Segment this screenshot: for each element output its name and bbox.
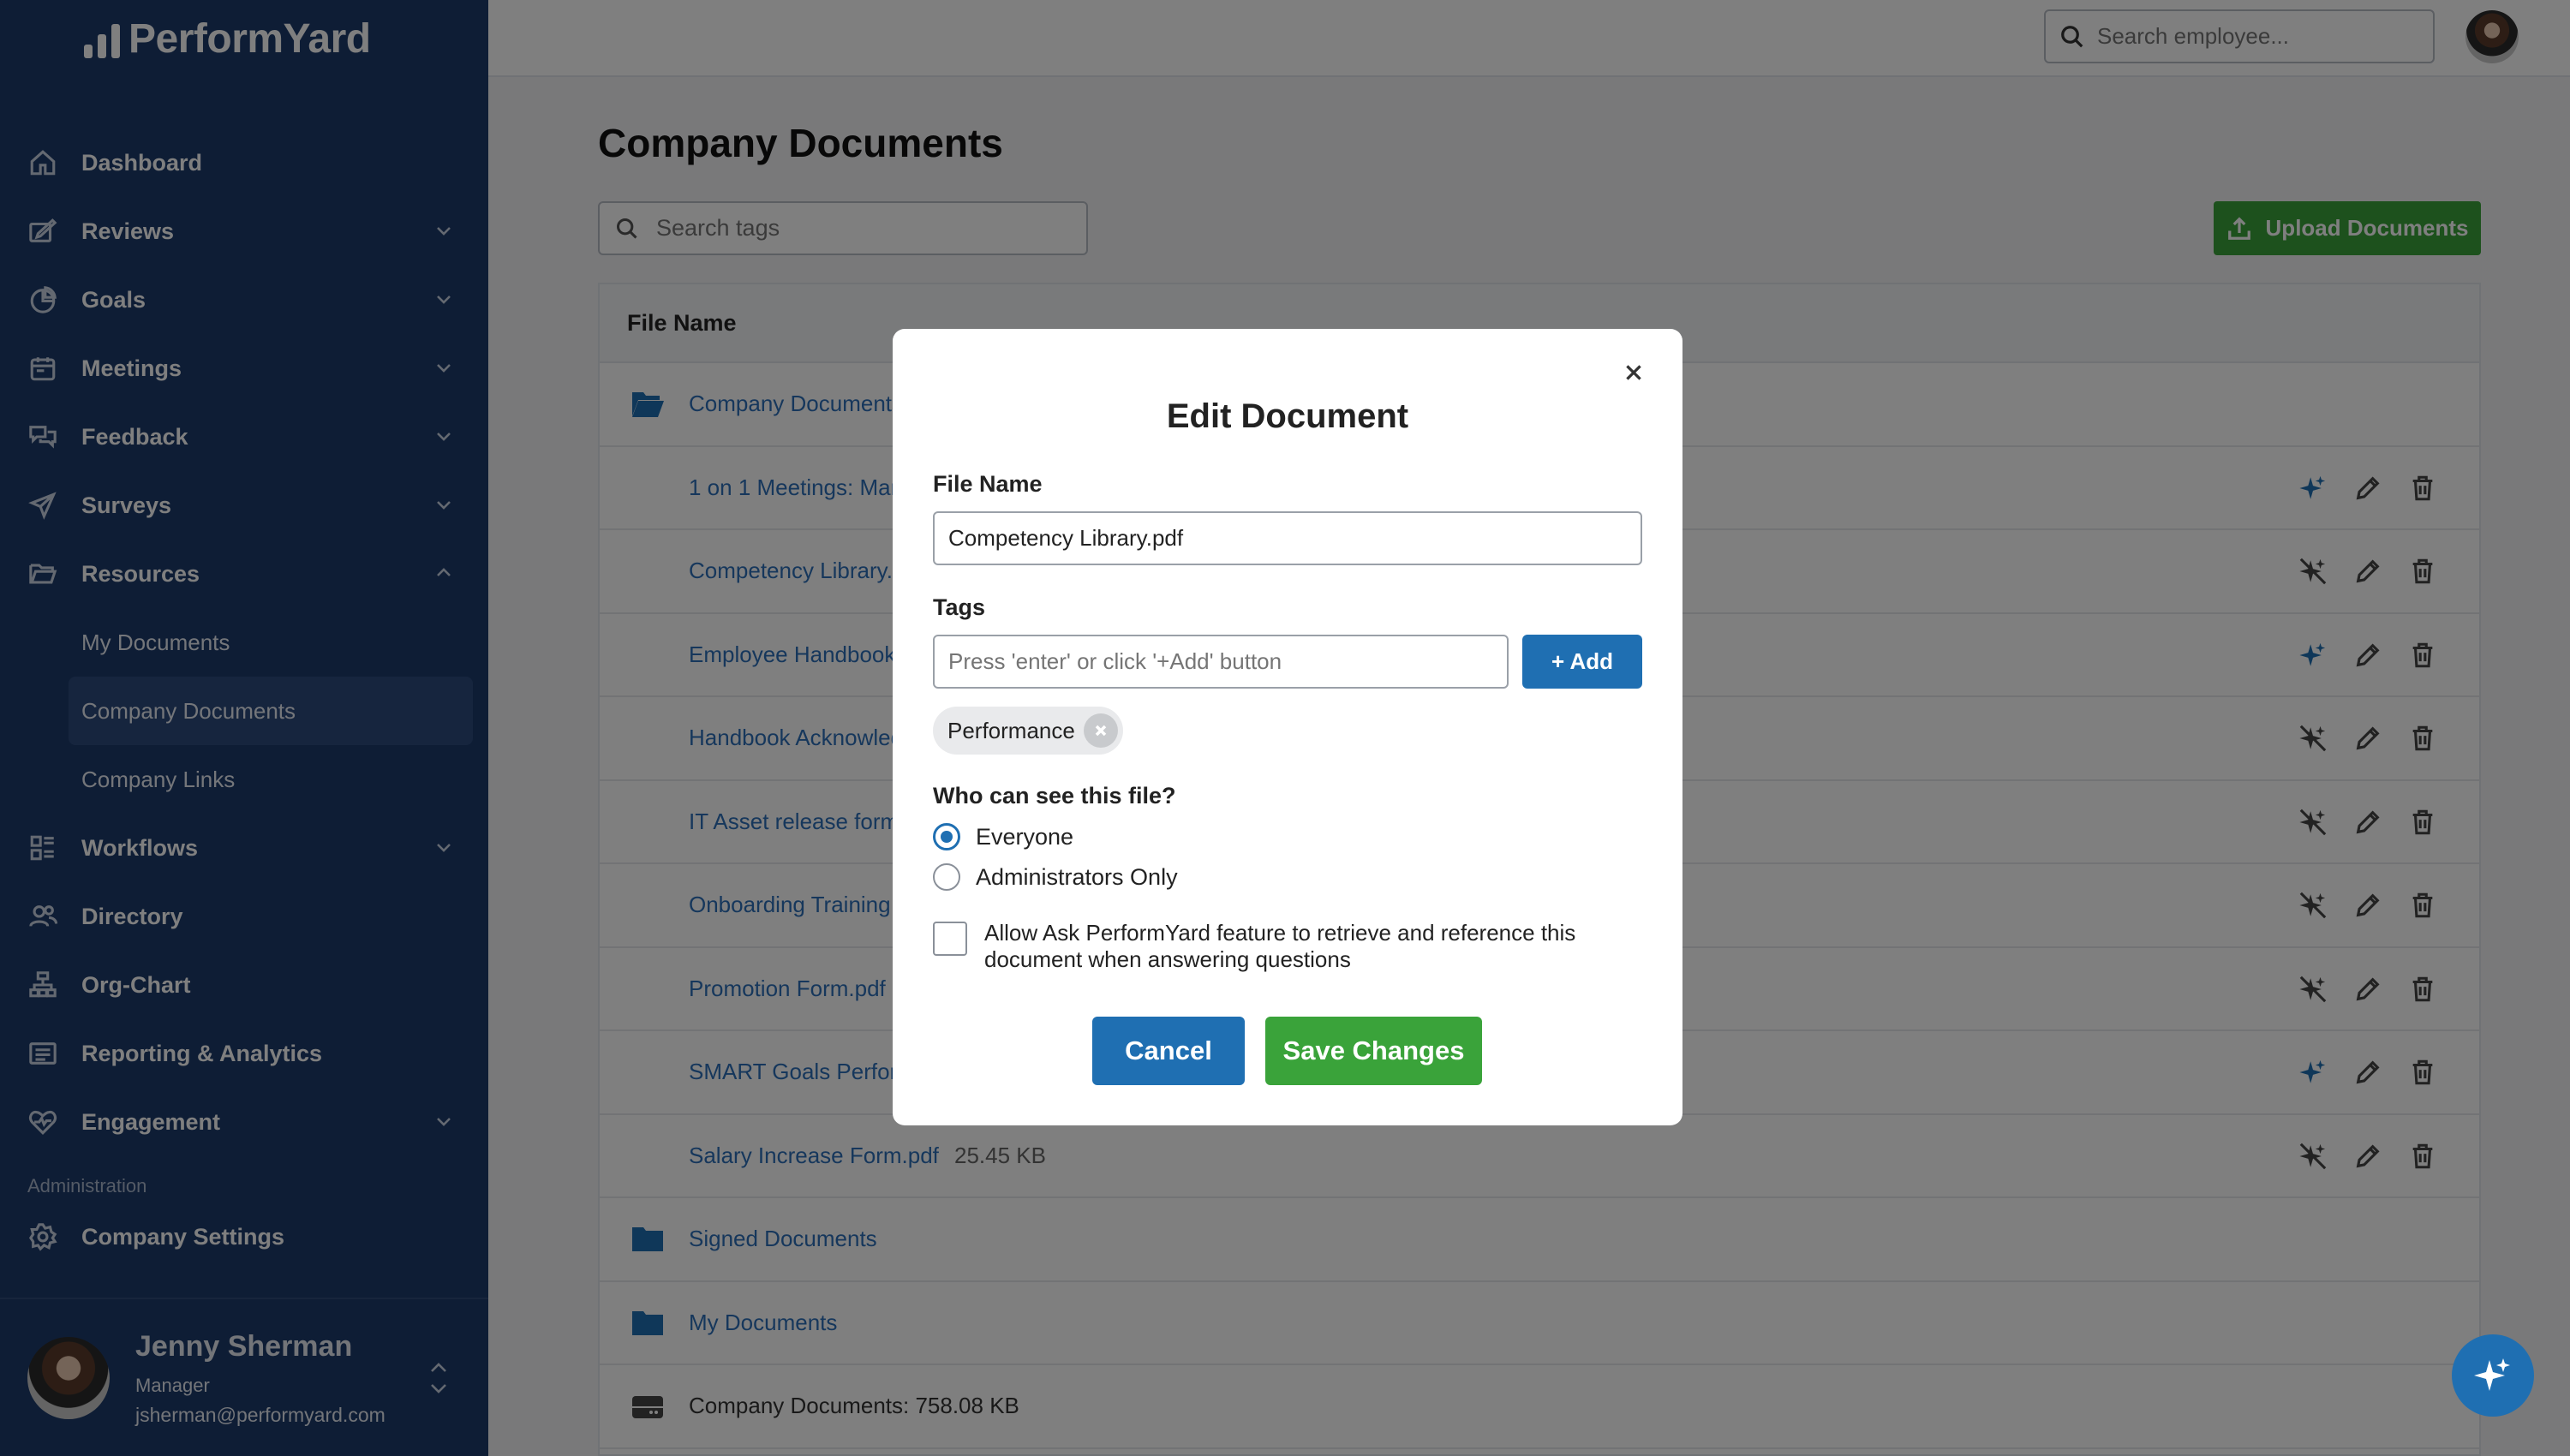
visibility-label: Who can see this file? [933, 783, 1176, 809]
ai-access-label: Allow Ask PerformYard feature to retriev… [984, 920, 1576, 972]
tag-chip-label: Performance [947, 717, 1075, 743]
visibility-option-admins[interactable]: Administrators Only [933, 863, 1178, 891]
radio-administrators-only[interactable] [933, 863, 960, 891]
ai-access-option[interactable]: Allow Ask PerformYard feature to retriev… [933, 920, 1618, 973]
remove-tag-icon[interactable] [1083, 713, 1118, 748]
modal-title: Edit Document [1166, 397, 1409, 435]
radio-label: Everyone [976, 823, 1074, 850]
visibility-option-everyone[interactable]: Everyone [933, 823, 1073, 850]
tags-input[interactable] [933, 635, 1509, 689]
tag-chip: Performance [933, 707, 1123, 755]
close-icon[interactable] [1623, 361, 1648, 387]
edit-document-modal: Edit Document File Name Tags + Add Perfo… [893, 329, 1682, 1125]
ai-access-checkbox[interactable] [933, 922, 967, 956]
sparkle-icon [2474, 1358, 2510, 1391]
radio-label: Administrators Only [976, 863, 1178, 890]
tags-label: Tags [933, 594, 986, 620]
file-name-field[interactable] [933, 511, 1642, 565]
file-name-label: File Name [933, 471, 1043, 497]
ask-performyard-button[interactable] [2452, 1334, 2534, 1417]
save-changes-button[interactable]: Save Changes [1265, 1017, 1482, 1085]
radio-everyone[interactable] [933, 823, 960, 850]
add-tag-button[interactable]: + Add [1522, 635, 1642, 689]
cancel-button[interactable]: Cancel [1092, 1017, 1245, 1085]
